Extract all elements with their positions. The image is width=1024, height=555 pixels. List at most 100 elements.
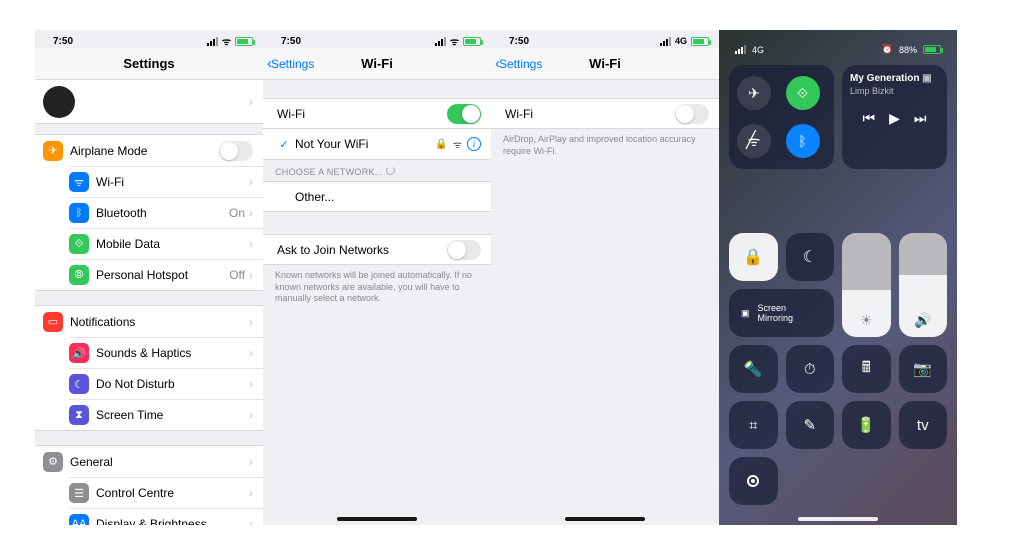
cc-music-card[interactable]: My Generation ▣ Limp Bizkit ⏮ ▶ ⏭	[842, 65, 947, 169]
status-bar: 7:50 4G	[491, 30, 719, 48]
connected-network-label: Not Your WiFi	[295, 137, 435, 151]
status-time: 7:50	[509, 36, 529, 47]
info-icon[interactable]: i	[467, 137, 481, 151]
chevron-icon: ›	[249, 455, 253, 469]
home-indicator[interactable]	[798, 517, 878, 521]
value-bluetooth: On	[229, 206, 245, 220]
row-wifi[interactable]: ᯤ Wi-Fi ›	[69, 166, 263, 197]
label-mobile-data: Mobile Data	[96, 237, 249, 251]
page-title: Settings	[123, 56, 174, 71]
row-screen-time[interactable]: ⧗ Screen Time ›	[69, 399, 263, 430]
chevron-icon: ›	[249, 408, 253, 422]
signal-icon	[660, 37, 671, 46]
cc-airplane-button[interactable]: ✈︎	[737, 76, 771, 110]
toggle-wifi[interactable]	[447, 104, 481, 124]
row-notifications[interactable]: ▭ Notifications ›	[35, 306, 263, 337]
mirroring-label: Screen Mirroring	[758, 303, 794, 323]
wifi-label: Wi-Fi	[277, 107, 447, 121]
display-icon: AA	[69, 514, 89, 525]
ask-to-join-row[interactable]: Ask to Join Networks	[263, 234, 491, 265]
row-dnd[interactable]: ☾ Do Not Disturb ›	[69, 368, 263, 399]
chevron-icon: ›	[249, 315, 253, 329]
carrier-label: 4G	[752, 45, 764, 55]
wifi-icon: ᯤ	[450, 34, 459, 48]
moon-icon: ☾	[69, 374, 89, 394]
lock-icon: 🔒	[435, 139, 447, 150]
label-screen-time: Screen Time	[96, 408, 249, 422]
chevron-icon: ›	[249, 206, 253, 220]
cc-screen-mirroring-button[interactable]: ▣ Screen Mirroring	[729, 289, 834, 337]
connected-network-row[interactable]: ✓ Not Your WiFi 🔒 ᯤ i	[263, 129, 491, 160]
nav-bar: ‹ Settings Wi-Fi	[263, 48, 491, 80]
music-next-button[interactable]: ⏭	[914, 110, 927, 127]
status-time: 7:50	[53, 36, 73, 47]
cc-appletv-button[interactable]: tv	[899, 401, 948, 449]
label-dnd: Do Not Disturb	[96, 377, 249, 391]
home-indicator[interactable]	[337, 517, 417, 521]
row-airplane-mode[interactable]: ✈︎ Airplane Mode	[35, 135, 263, 166]
cc-volume-slider[interactable]: 🔊	[899, 233, 948, 337]
chevron-icon: ›	[249, 95, 253, 109]
label-bluetooth: Bluetooth	[96, 206, 229, 220]
cc-low-power-button[interactable]: 🔋	[842, 401, 891, 449]
antenna-icon: ⟐	[69, 234, 89, 254]
status-bar: 7:50 ᯤ	[263, 30, 491, 48]
battery-icon	[463, 37, 481, 46]
back-label: Settings	[271, 57, 314, 71]
alarm-icon: ⏰	[882, 44, 893, 55]
row-hotspot[interactable]: ⦾ Personal Hotspot Off ›	[69, 259, 263, 290]
chevron-icon: ›	[249, 486, 253, 500]
wifi-master-row[interactable]: Wi-Fi	[263, 98, 491, 129]
cc-notes-button[interactable]: ✎	[786, 401, 835, 449]
row-mobile-data[interactable]: ⟐ Mobile Data ›	[69, 228, 263, 259]
speaker-icon: 🔊	[914, 312, 931, 329]
notifications-icon: ▭	[43, 312, 63, 332]
cc-timer-button[interactable]: ⏱	[786, 345, 835, 393]
hourglass-icon: ⧗	[69, 405, 89, 425]
cc-wifi-button[interactable]: ᯤ╱	[737, 124, 771, 158]
row-display[interactable]: AA Display & Brightness ›	[69, 508, 263, 525]
network-type: 4G	[675, 36, 687, 46]
spinner-icon	[386, 166, 395, 175]
toggle-ask-to-join[interactable]	[447, 240, 481, 260]
cc-brightness-slider[interactable]: ☀︎	[842, 233, 891, 337]
wifi-label: Wi-Fi	[505, 107, 675, 121]
back-button[interactable]: ‹ Settings	[267, 48, 314, 79]
sounds-icon: 🔊	[69, 343, 89, 363]
back-button[interactable]: ‹ Settings	[495, 48, 542, 79]
record-icon	[747, 475, 759, 487]
row-general[interactable]: ⚙︎ General ›	[35, 446, 263, 477]
music-prev-button[interactable]: ⏮	[863, 110, 876, 127]
other-network-row[interactable]: Other...	[263, 181, 491, 212]
row-sounds[interactable]: 🔊 Sounds & Haptics ›	[69, 337, 263, 368]
cc-calculator-button[interactable]: 🖩	[842, 345, 891, 393]
battery-icon	[923, 45, 941, 54]
home-indicator[interactable]	[565, 517, 645, 521]
cc-dnd-button[interactable]: ☾	[786, 233, 835, 281]
phone-wifi-off: 7:50 4G ‹ Settings Wi-Fi Wi-Fi AirDrop, …	[491, 30, 719, 525]
cc-flashlight-button[interactable]: 🔦	[729, 345, 778, 393]
wifi-master-row[interactable]: Wi-Fi	[491, 98, 719, 129]
cc-bluetooth-button[interactable]: ᛒ	[786, 124, 820, 158]
toggle-airplane[interactable]	[219, 141, 253, 161]
airplane-icon: ✈︎	[43, 141, 63, 161]
row-bluetooth[interactable]: ᛒ Bluetooth On ›	[69, 197, 263, 228]
music-artist: Limp Bizkit	[850, 86, 939, 96]
profile-row[interactable]: ›	[35, 80, 263, 124]
cc-cellular-button[interactable]: ⟐	[786, 76, 820, 110]
cc-screen-record-button[interactable]	[729, 457, 778, 505]
row-control-centre[interactable]: ☰ Control Centre ›	[69, 477, 263, 508]
cc-camera-button[interactable]: 📷	[899, 345, 948, 393]
cc-qr-button[interactable]: ⌗	[729, 401, 778, 449]
label-hotspot: Personal Hotspot	[96, 268, 229, 282]
signal-icon	[207, 37, 218, 46]
toggle-wifi[interactable]	[675, 104, 709, 124]
label-sounds: Sounds & Haptics	[96, 346, 249, 360]
cc-orientation-lock-button[interactable]: 🔒	[729, 233, 778, 281]
cc-connectivity-card: ✈︎ ⟐ ᯤ╱ ᛒ	[729, 65, 834, 169]
wifi-row-icon: ᯤ	[69, 172, 89, 192]
ask-to-join-label: Ask to Join Networks	[277, 243, 447, 257]
chevron-icon: ›	[249, 237, 253, 251]
label-airplane: Airplane Mode	[70, 144, 219, 158]
music-play-button[interactable]: ▶	[889, 110, 900, 127]
